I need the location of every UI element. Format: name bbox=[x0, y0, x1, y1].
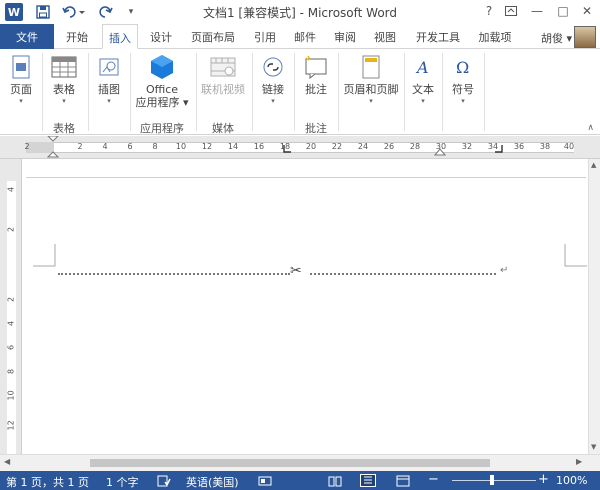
office-store-icon bbox=[149, 53, 175, 81]
page-corner-mark-right bbox=[564, 244, 587, 267]
zoom-slider-thumb[interactable] bbox=[490, 475, 494, 485]
tab-review[interactable]: 审阅 bbox=[328, 24, 362, 49]
scissors-icon: ✂ bbox=[290, 263, 302, 279]
cut-line-right bbox=[310, 273, 496, 275]
symbols-button[interactable]: Ω 符号 ▾ bbox=[446, 53, 480, 106]
paragraph-mark: ↵ bbox=[500, 265, 509, 276]
tab-developer[interactable]: 开发工具 bbox=[410, 24, 466, 49]
new-comment-icon bbox=[303, 53, 329, 81]
omega-icon: Ω bbox=[450, 53, 476, 81]
horizontal-ruler[interactable]: 2 2 4 6 8 10 12 14 16 18 20 22 24 26 28 … bbox=[0, 136, 600, 159]
read-mode-icon[interactable] bbox=[328, 475, 342, 487]
scroll-right-icon[interactable]: ▶ bbox=[576, 457, 582, 466]
scroll-up-icon[interactable]: ▲ bbox=[591, 161, 596, 169]
svg-text:A: A bbox=[415, 58, 429, 77]
header-footer-button[interactable]: 页眉和页脚 ▾ bbox=[340, 53, 402, 106]
tab-design[interactable]: 设计 bbox=[144, 24, 178, 49]
svg-text:Ω: Ω bbox=[456, 58, 469, 77]
status-bar: 第 1 页，共 1 页 1 个字 英语(美国) − + 100% bbox=[0, 471, 600, 490]
document-canvas[interactable]: ✂ ↵ bbox=[22, 159, 590, 454]
video-icon bbox=[210, 53, 236, 81]
table-button[interactable]: 表格 ▾ bbox=[46, 53, 82, 106]
zoom-slider[interactable] bbox=[452, 480, 536, 481]
links-button[interactable]: 链接 ▾ bbox=[256, 53, 290, 106]
avatar[interactable] bbox=[574, 26, 596, 48]
ribbon-tabs: 文件 开始 插入 设计 页面布局 引用 邮件 审阅 视图 开发工具 加载项 bbox=[0, 24, 600, 49]
vertical-ruler[interactable]: 4 2 2 4 6 8 10 12 bbox=[0, 159, 22, 454]
online-video-button[interactable]: 联机视频 bbox=[198, 53, 248, 96]
title-bar: W ▾ 文档1 [兼容模式] - Microsoft Word ? — □ ✕ bbox=[0, 0, 600, 24]
group-label-comments: 批注 bbox=[305, 122, 327, 135]
header-footer-icon bbox=[358, 53, 384, 81]
language-indicator[interactable]: 英语(美国) bbox=[186, 474, 239, 490]
scroll-down-icon[interactable]: ▼ bbox=[591, 443, 596, 451]
web-layout-icon[interactable] bbox=[396, 475, 410, 487]
vertical-scrollbar[interactable]: ▲ ▼ bbox=[588, 159, 600, 454]
tab-insert[interactable]: 插入 bbox=[102, 24, 138, 49]
text-box-icon: A bbox=[410, 53, 436, 81]
header-boundary-line bbox=[26, 177, 586, 178]
illustrations-button[interactable]: 插图 ▾ bbox=[92, 53, 126, 106]
indent-marker-icon[interactable] bbox=[47, 136, 59, 158]
illustrations-icon bbox=[96, 53, 122, 81]
office-apps-button[interactable]: Office 应用程序 ▾ bbox=[132, 53, 192, 109]
link-icon bbox=[260, 53, 286, 81]
zoom-out-button[interactable]: − bbox=[428, 472, 439, 487]
tab-references[interactable]: 引用 bbox=[248, 24, 282, 49]
group-label-apps: 应用程序 bbox=[140, 122, 184, 135]
zoom-in-button[interactable]: + bbox=[538, 472, 549, 487]
table-icon bbox=[51, 53, 77, 81]
tab-view[interactable]: 视图 bbox=[368, 24, 402, 49]
scroll-left-icon[interactable]: ◀ bbox=[4, 457, 10, 466]
zoom-level[interactable]: 100% bbox=[556, 474, 587, 487]
proofing-icon[interactable] bbox=[157, 475, 171, 487]
macro-record-icon[interactable] bbox=[258, 475, 272, 487]
tab-mailings[interactable]: 邮件 bbox=[288, 24, 322, 49]
cut-line-left bbox=[58, 273, 290, 275]
horizontal-scroll-thumb[interactable] bbox=[90, 459, 490, 467]
group-label-tables: 表格 bbox=[53, 122, 75, 135]
close-button[interactable]: ✕ bbox=[576, 2, 598, 20]
text-button[interactable]: A 文本 ▾ bbox=[406, 53, 440, 106]
user-name[interactable]: 胡俊 ▾ bbox=[541, 30, 572, 46]
page-count[interactable]: 第 1 页，共 1 页 bbox=[6, 474, 89, 490]
tab-home[interactable]: 开始 bbox=[60, 24, 94, 49]
ribbon-display-options-icon[interactable] bbox=[500, 2, 522, 20]
collapse-ribbon-button[interactable]: ∧ bbox=[587, 123, 594, 133]
tab-stop-icon[interactable] bbox=[282, 144, 292, 154]
pages-button[interactable]: 页面 ▾ bbox=[4, 53, 38, 106]
print-layout-icon[interactable] bbox=[360, 474, 376, 487]
help-button[interactable]: ? bbox=[478, 2, 500, 20]
tab-add-ins[interactable]: 加载项 bbox=[472, 24, 518, 49]
restore-button[interactable]: □ bbox=[552, 2, 574, 20]
group-label-media: 媒体 bbox=[212, 122, 234, 135]
minimize-button[interactable]: — bbox=[526, 2, 548, 20]
comment-button[interactable]: 批注 bbox=[298, 53, 334, 96]
right-tab-icon[interactable] bbox=[494, 144, 504, 154]
page-corner-mark-left bbox=[33, 244, 56, 267]
tab-page-layout[interactable]: 页面布局 bbox=[184, 24, 242, 49]
tab-file[interactable]: 文件 bbox=[0, 24, 54, 49]
ribbon-insert: 页面 ▾ 表格 ▾ 表格 插图 ▾ Office 应用程序 ▾ 应用程序 联机视… bbox=[0, 49, 600, 135]
word-count[interactable]: 1 个字 bbox=[106, 474, 139, 490]
center-tab-icon[interactable] bbox=[434, 148, 446, 156]
page-icon bbox=[8, 53, 34, 81]
horizontal-scrollbar[interactable]: ◀ ▶ bbox=[0, 454, 600, 471]
